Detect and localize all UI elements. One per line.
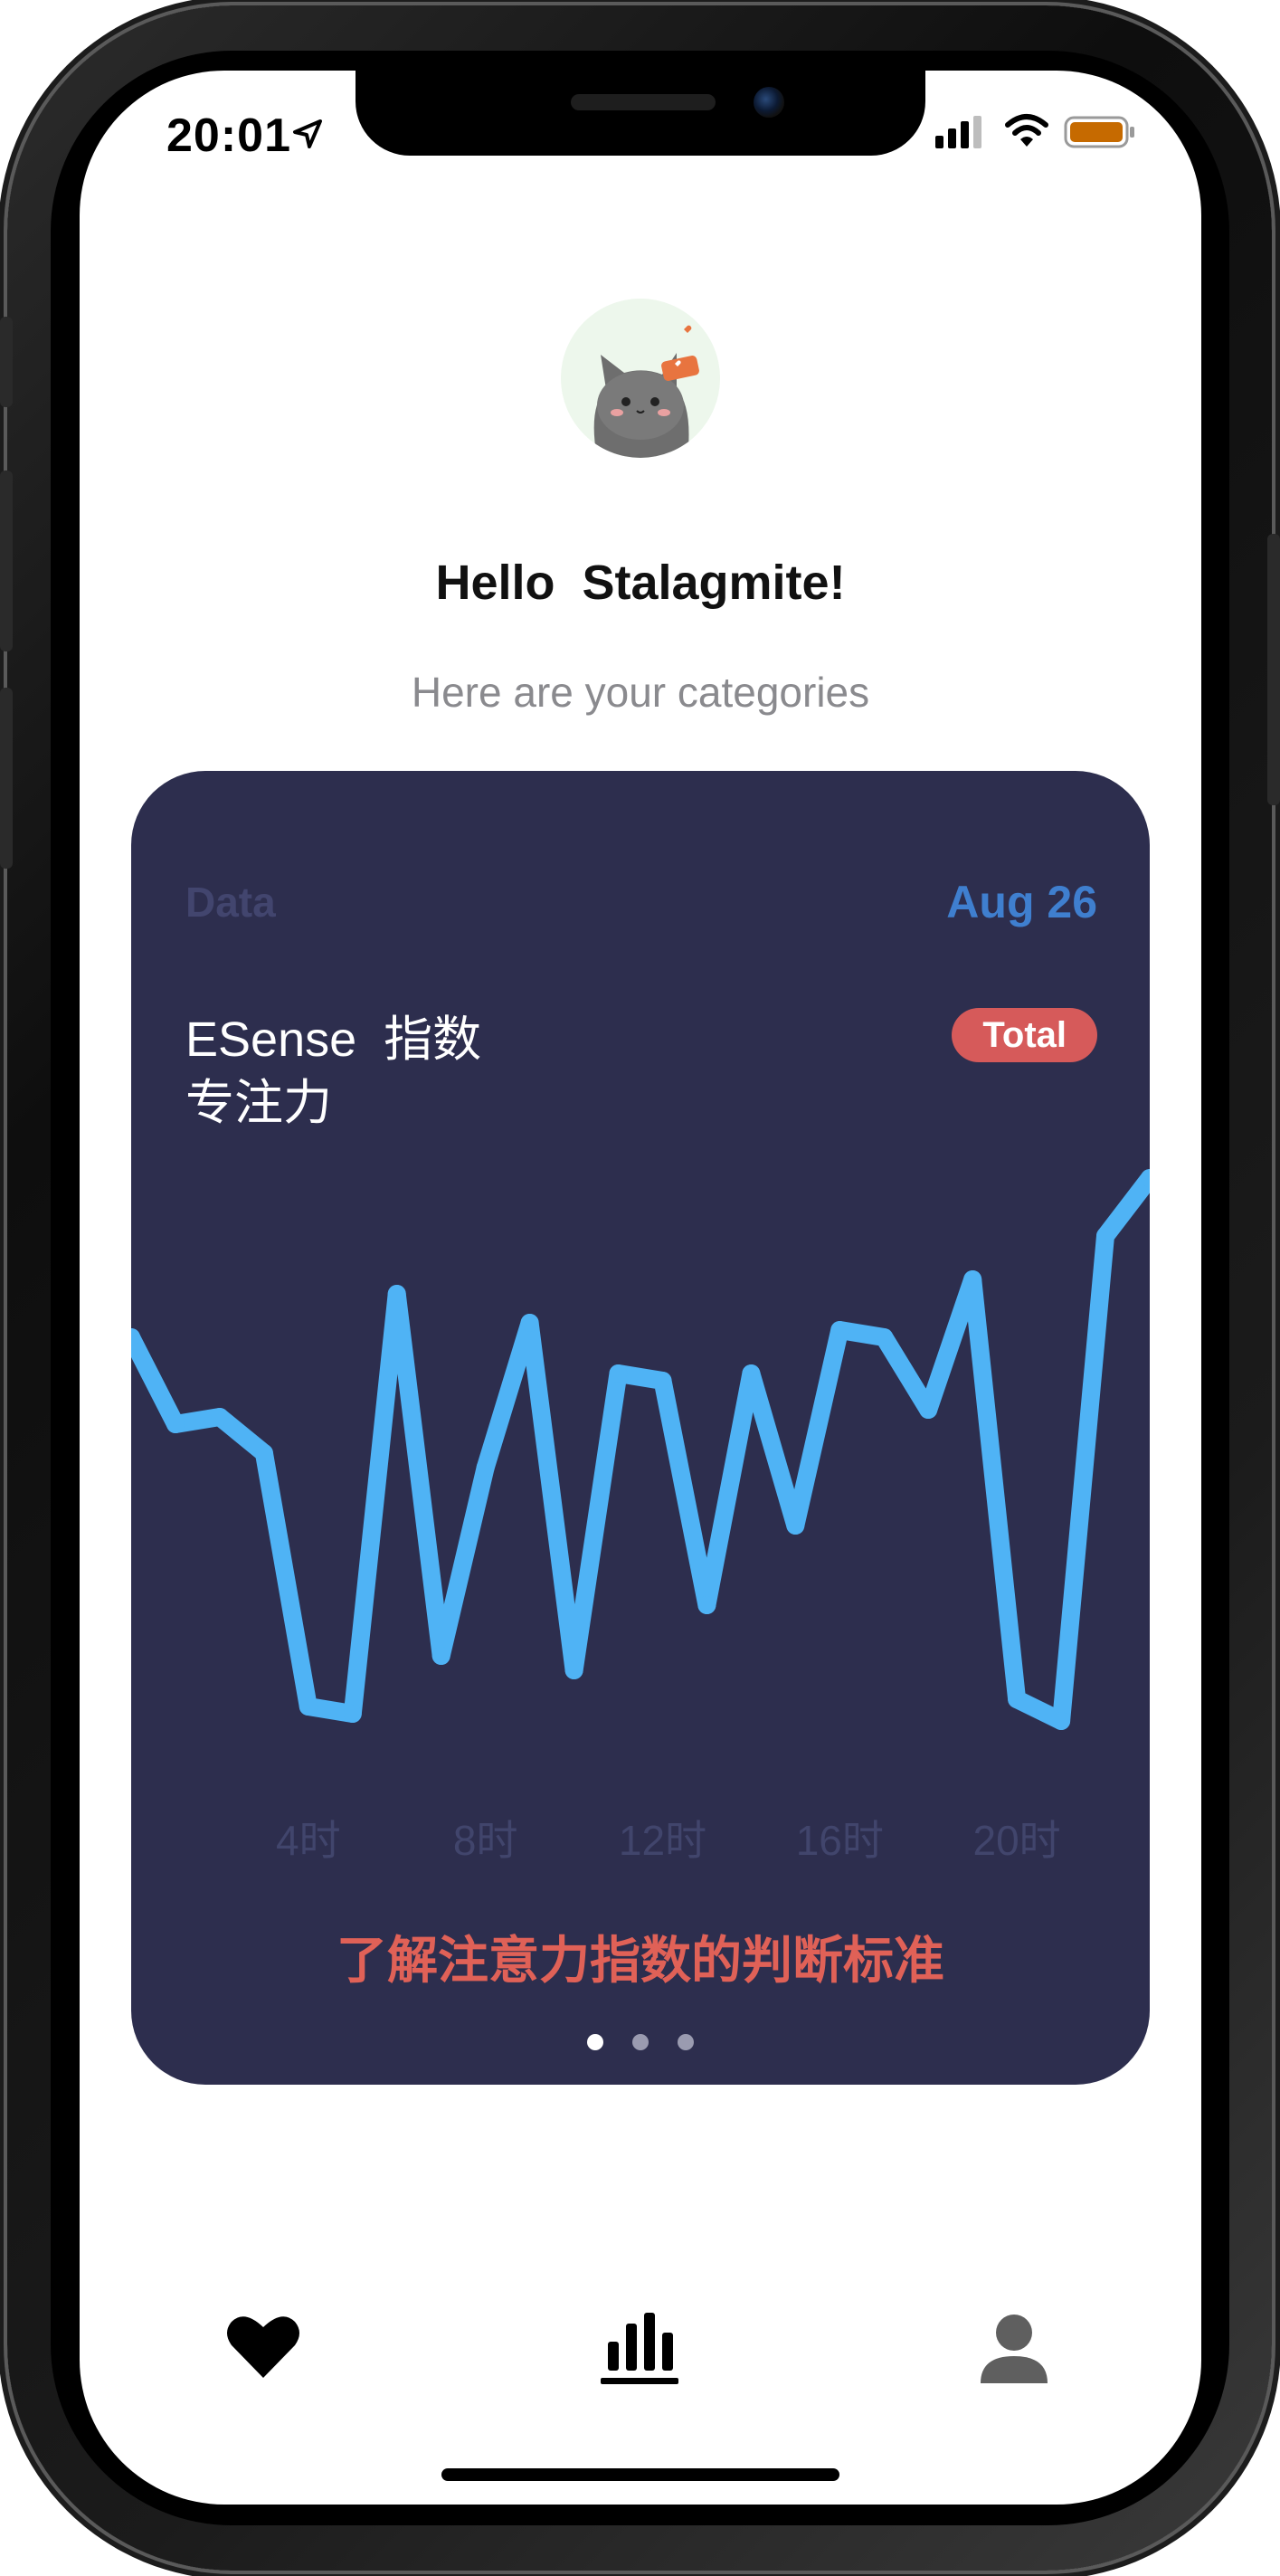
home-indicator [441, 2468, 839, 2481]
cat-avatar-icon [561, 299, 720, 458]
front-camera [754, 87, 784, 118]
data-point-7 [431, 1647, 450, 1665]
data-point-19 [963, 1270, 982, 1288]
data-point-5 [343, 1705, 362, 1723]
x-tick-label: 16时 [795, 1817, 884, 1864]
greeting-title: Hello Stalagmite! [435, 556, 846, 610]
page-indicator[interactable] [131, 2034, 1150, 2050]
page-dot-2[interactable] [632, 2034, 649, 2050]
attention-series-line [131, 1169, 1150, 1730]
data-point-18 [919, 1401, 938, 1419]
data-point-16 [830, 1321, 849, 1339]
data-point-15 [786, 1516, 805, 1535]
x-tick-label: 8时 [452, 1817, 518, 1864]
x-tick-label: 4时 [276, 1817, 341, 1864]
attention-line-chart [131, 1169, 1150, 1730]
mute-switch [0, 317, 13, 407]
data-point-10 [564, 1661, 583, 1679]
data-point-1 [166, 1415, 185, 1433]
heart-icon[interactable] [223, 2305, 304, 2387]
data-point-22 [1096, 1227, 1114, 1245]
data-point-4 [299, 1697, 318, 1716]
data-point-17 [875, 1328, 894, 1346]
data-point-11 [609, 1364, 628, 1383]
volume-down-button [0, 688, 13, 869]
greeting-subtitle: Here are your categories [411, 669, 870, 716]
data-point-9 [520, 1314, 539, 1332]
volume-up-button [0, 471, 13, 651]
avatar [561, 299, 720, 458]
x-tick-label: 12时 [618, 1817, 707, 1864]
page-dot-1[interactable] [587, 2034, 603, 2050]
app-screen: 20:01 Hello Stalagmite! Here are your ca… [80, 71, 1201, 2505]
data-point-14 [742, 1364, 761, 1383]
data-point-12 [653, 1372, 672, 1390]
data-point-6 [387, 1285, 406, 1303]
battery-icon [1064, 116, 1134, 148]
person-icon[interactable] [973, 2305, 1055, 2387]
wifi-icon [1005, 114, 1048, 147]
data-point-13 [697, 1596, 716, 1614]
page-dot-3[interactable] [678, 2034, 694, 2050]
data-point-3 [254, 1444, 273, 1462]
cellular-signal-icon [935, 116, 981, 148]
device-canvas: 20:01 Hello Stalagmite! Here are your ca… [0, 0, 1280, 2576]
data-point-21 [1052, 1712, 1071, 1730]
data-point-8 [476, 1459, 495, 1477]
data-point-20 [1008, 1690, 1027, 1708]
status-time: 20:01 [166, 109, 291, 162]
power-button [1267, 534, 1280, 805]
x-tick-label: 20时 [972, 1817, 1061, 1864]
data-point-2 [210, 1408, 229, 1426]
notch [356, 71, 925, 156]
bar-chart-icon[interactable] [599, 2305, 680, 2387]
location-arrow-icon [293, 119, 322, 148]
esense-card[interactable]: Data Aug 26 ESense 指数 专注力 Total 4时 8时 12时 1… [131, 771, 1150, 2085]
criteria-link[interactable]: 了解注意力指数的判断标准 [131, 1920, 1150, 1993]
earpiece-speaker [571, 94, 716, 110]
